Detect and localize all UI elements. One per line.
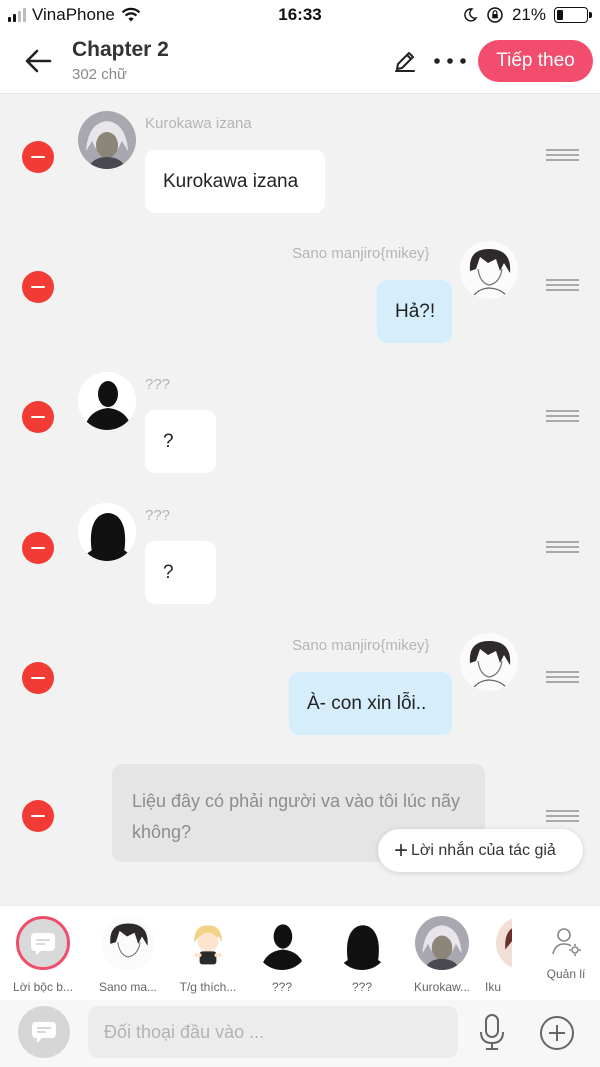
message-bubble[interactable]: ? [145,541,216,604]
plus-circle-icon[interactable] [538,1014,576,1052]
chat-bubble-icon[interactable] [18,1006,70,1058]
character-iku[interactable]: Iku [474,916,512,994]
avatar-unknown [78,372,136,430]
delete-message-button[interactable] [22,271,54,303]
character-narration[interactable]: Lời bộc b... [6,916,80,994]
chat-bubble-icon [16,916,70,970]
battery-percent: 21% [511,5,546,24]
next-button[interactable]: Tiếp theo [478,40,593,82]
input-bar [0,1000,600,1067]
message-bubble[interactable]: Kurokawa izana [145,150,325,213]
drag-handle-icon[interactable] [546,149,579,161]
avatar-sano-manjiro [460,241,518,299]
character-label: Lời bộc b... [13,980,73,994]
character-label: Kurokaw... [413,980,471,994]
character-sano-manjiro[interactable]: Sano ma... [91,916,165,994]
speaker-name: ??? [145,507,171,524]
header: Chapter 2 302 chữ Tiếp theo [0,30,600,94]
character-author[interactable]: T/g thích... [171,916,245,994]
character-bar: Lời bộc b... Sano ma... T/g thích... ???… [0,905,600,1000]
manage-label: Quản lí [546,967,586,981]
more-icon[interactable] [432,50,468,72]
moon-icon [464,8,478,22]
pencil-icon[interactable] [392,48,418,74]
avatar-sano-manjiro [460,633,518,691]
person-gear-icon [552,928,581,956]
drag-handle-icon[interactable] [546,541,579,553]
character-label: ??? [351,980,373,994]
message-bubble[interactable]: Hả?! [377,280,452,343]
speaker-name: ??? [145,376,171,393]
character-label: Sano ma... [98,980,158,994]
word-count: 302 chữ [72,66,128,83]
message-bubble[interactable]: À- con xin lỗi.. [289,672,452,735]
drag-handle-icon[interactable] [546,410,579,422]
rotation-lock-icon [487,7,503,23]
avatar-kurokawa-izana [78,111,136,169]
delete-message-button[interactable] [22,800,54,832]
delete-message-button[interactable] [22,141,54,173]
character-label: ??? [271,980,293,994]
character-kurokawa-izana[interactable]: Kurokaw... [405,916,479,994]
delete-message-button[interactable] [22,401,54,433]
character-label: Iku [484,980,501,994]
speaker-name: Kurokawa izana [145,115,252,132]
author-note-label: Lời nhắn của tác giả [411,841,556,859]
page-title: Chapter 2 [72,38,169,61]
speaker-name: Sano manjiro{mikey} [292,245,430,262]
author-note-button[interactable]: + Lời nhắn của tác giả [378,829,583,872]
delete-message-button[interactable] [22,532,54,564]
back-arrow-icon[interactable] [22,44,56,78]
manage-characters-button[interactable]: Quản lí [538,924,594,981]
avatar-unknown-long-hair [78,503,136,561]
microphone-icon[interactable] [476,1012,508,1052]
character-unknown-long-hair[interactable]: ??? [325,916,399,994]
drag-handle-icon[interactable] [546,279,579,291]
drag-handle-icon[interactable] [546,810,579,822]
speaker-name: Sano manjiro{mikey} [292,637,430,654]
dialogue-input[interactable] [88,1006,458,1058]
character-label: T/g thích... [179,980,237,994]
message-bubble[interactable]: ? [145,410,216,473]
battery-icon [554,7,592,23]
drag-handle-icon[interactable] [546,671,579,683]
plus-icon: + [394,836,409,864]
delete-message-button[interactable] [22,662,54,694]
status-bar: VinaPhone 16:33 21% [0,0,600,30]
character-unknown[interactable]: ??? [245,916,319,994]
